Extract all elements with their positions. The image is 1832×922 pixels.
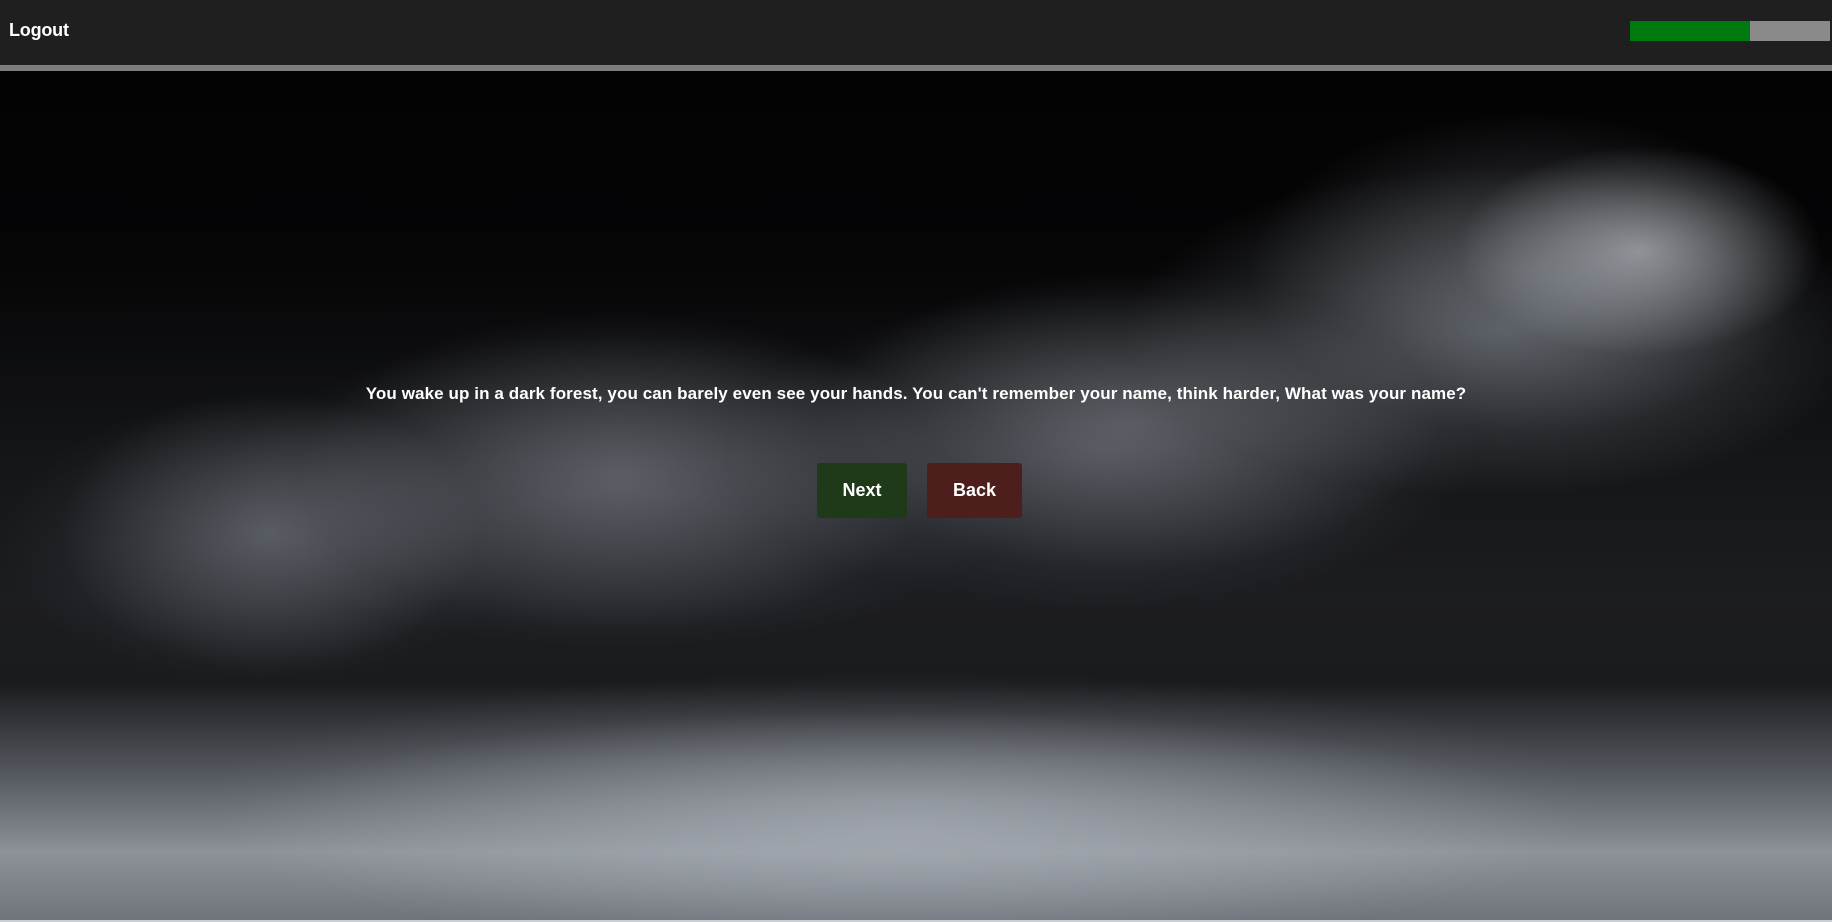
logout-link[interactable]: Logout <box>9 20 69 41</box>
foggy-forest-background: You wake up in a dark forest, you can ba… <box>0 71 1832 920</box>
top-bar: Logout <box>0 0 1832 65</box>
progress-bar <box>1630 21 1830 41</box>
back-button[interactable]: Back <box>927 463 1022 518</box>
progress-bar-fill <box>1630 21 1750 41</box>
fog-cloud <box>60 391 480 671</box>
story-text: You wake up in a dark forest, you can ba… <box>365 384 1467 403</box>
fog-cloud <box>200 671 1600 920</box>
next-button[interactable]: Next <box>817 463 907 518</box>
